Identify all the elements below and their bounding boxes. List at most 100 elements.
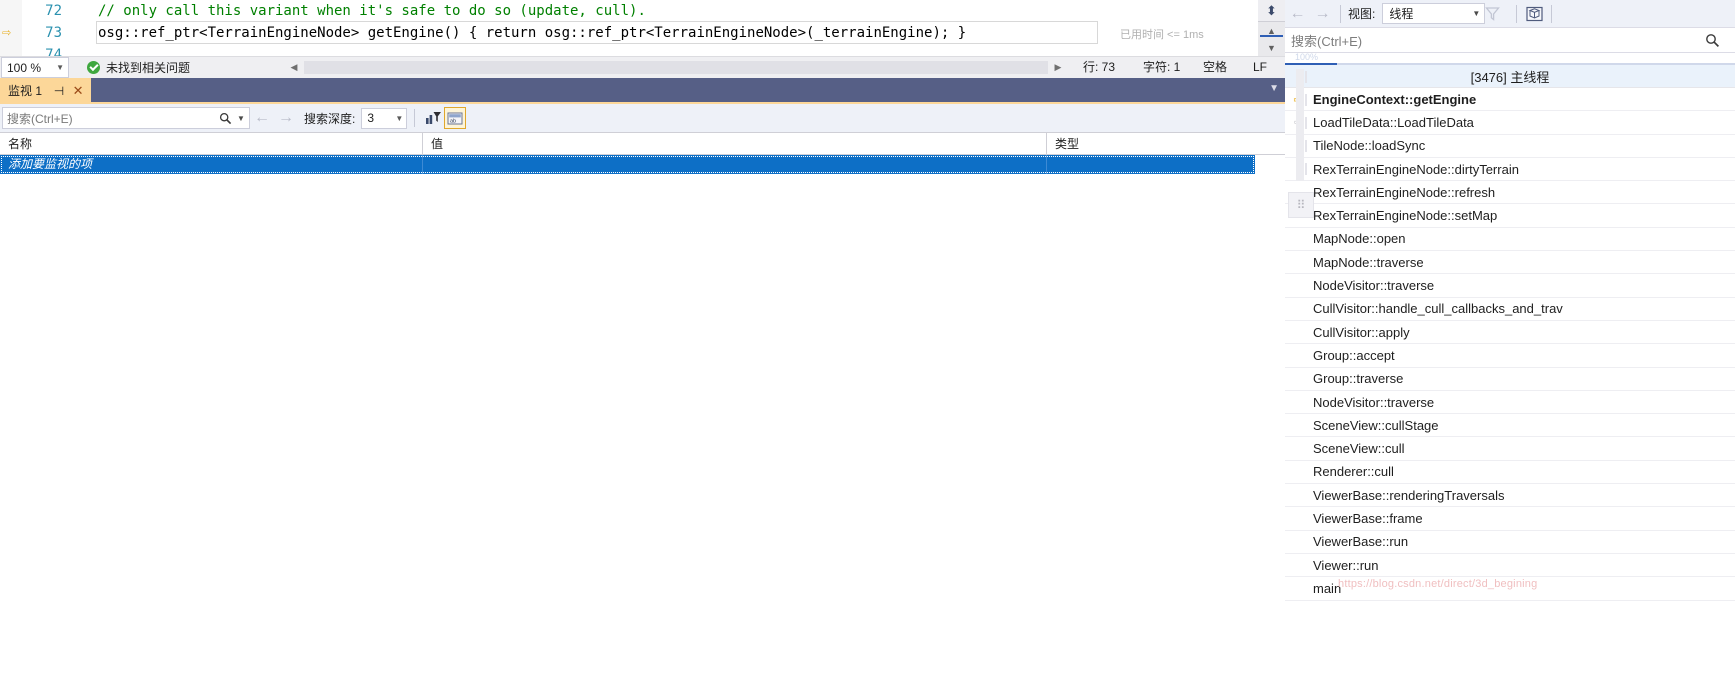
status-char-number: 字符: 1 (1143, 60, 1181, 74)
filter-funnel-icon[interactable] (1485, 6, 1511, 21)
search-options-chevron-down-icon[interactable]: ▼ (237, 114, 249, 123)
code-line-74[interactable]: 74 (0, 44, 1258, 56)
checkmark-circle-icon (87, 61, 100, 74)
visual-studio-debug-window: ⇨ 72 // only call this variant when it's… (0, 0, 1735, 675)
line-number-72: 72 (45, 3, 62, 19)
call-stack-frame-row[interactable]: MapNode::traverse (1285, 251, 1735, 275)
watch-search-placeholder: 搜索(Ctrl+E) (7, 111, 73, 126)
code-editor[interactable]: ⇨ 72 // only call this variant when it's… (0, 0, 1258, 56)
call-stack-frame-row[interactable]: CullVisitor::apply (1285, 321, 1735, 345)
scroll-up-button[interactable]: ▲ (1258, 23, 1285, 40)
call-stack-frame-row[interactable]: TileNode::loadSync (1285, 135, 1735, 158)
search-icon[interactable] (219, 112, 237, 125)
call-stack-frame-row[interactable]: Renderer::cull (1285, 461, 1735, 485)
call-stack-frame-row[interactable]: SceneView::cull (1285, 437, 1735, 461)
error-status-text: 未找到相关问题 (106, 61, 191, 75)
call-stack-panel: ← → 视图: 线程 ▼ 搜索(Ctrl+E) 100% [3476] 主线程 … (1285, 0, 1735, 675)
column-header-value[interactable]: 值 (423, 133, 1047, 154)
call-stack-frame-row[interactable]: CullVisitor::handle_cull_callbacks_and_t… (1285, 298, 1735, 321)
call-stack-frame-row[interactable]: NodeVisitor::traverse (1285, 274, 1735, 298)
call-stack-frame-label: LoadTileData::LoadTileData (1313, 114, 1474, 130)
watermark-text: https://blog.csdn.net/direct/3d_begining (1338, 578, 1538, 590)
show-external-code-icon[interactable] (1522, 4, 1546, 24)
scroll-left-arrow-icon[interactable]: ◀ (286, 62, 302, 73)
call-stack-frame-row[interactable]: ⇨ EngineContext::getEngine (1285, 88, 1735, 112)
call-stack-frame-row[interactable]: RexTerrainEngineNode::dirtyTerrain (1285, 158, 1735, 182)
zoom-level-value: 100 % (7, 60, 42, 75)
chevron-down-icon: ▼ (395, 113, 404, 123)
editor-split-view-button[interactable]: ⬍ (1258, 0, 1285, 22)
call-stack-frame-row[interactable]: ViewerBase::renderingTraversals (1285, 484, 1735, 508)
zoom-level-combobox[interactable]: 100 % ▼ (1, 57, 69, 78)
call-stack-frame-label: ViewerBase::frame (1313, 510, 1423, 526)
progress-percent-label: 100% (1295, 52, 1319, 62)
line-number-74: 74 (45, 47, 62, 56)
search-depth-combobox[interactable]: 3 ▼ (361, 107, 408, 129)
call-stack-frame-row[interactable]: ViewerBase::frame (1285, 507, 1735, 531)
scroll-right-arrow-icon[interactable]: ▶ (1050, 62, 1066, 73)
watch-grid-header: 名称 值 类型 (0, 133, 1285, 155)
callstack-nav-back-button[interactable]: ← (1285, 1, 1310, 26)
call-stack-search-box[interactable]: 搜索(Ctrl+E) (1285, 27, 1735, 53)
code-text-72: // only call this variant when it's safe… (98, 3, 646, 19)
status-indent-mode: 空格 (1203, 60, 1228, 74)
status-line-ending: LF (1253, 60, 1268, 74)
call-stack-frame-row[interactable]: NodeVisitor::traverse (1285, 391, 1735, 415)
watch-value-cell[interactable] (423, 155, 1047, 174)
watch-nav-back-button[interactable]: ← (250, 106, 274, 130)
close-icon[interactable]: ✕ (72, 83, 84, 99)
call-stack-frame-row[interactable]: SceneView::cullStage (1285, 414, 1735, 438)
call-stack-frame-label: RexTerrainEngineNode::refresh (1313, 184, 1496, 200)
call-stack-frame-label: NodeVisitor::traverse (1313, 278, 1435, 294)
call-stack-frame-label: Group::traverse (1313, 371, 1404, 387)
call-stack-frame-label: CullVisitor::apply (1313, 324, 1410, 340)
call-stack-frame-row[interactable]: MapNode::open (1285, 228, 1735, 252)
call-stack-frame-row[interactable]: ViewerBase::run (1285, 531, 1735, 554)
callstack-nav-forward-button[interactable]: → (1310, 1, 1335, 26)
scroll-down-button[interactable]: ▼ (1258, 40, 1285, 57)
watch-nav-forward-button[interactable]: → (274, 106, 298, 130)
editor-horizontal-scrollbar[interactable]: ◀ ▶ (286, 58, 1066, 77)
column-header-type[interactable]: 类型 (1047, 133, 1285, 154)
call-stack-frame-row[interactable]: ⇨ LoadTileData::LoadTileData (1285, 111, 1735, 135)
line-number-73: 73 (45, 25, 62, 41)
call-stack-frame-row[interactable]: RexTerrainEngineNode::refresh (1285, 181, 1735, 205)
watch-variables-grid[interactable]: 名称 值 类型 添加要监视的项 (0, 132, 1285, 675)
toolbar-separator (1551, 4, 1553, 23)
hscroll-track[interactable] (304, 61, 1048, 74)
code-line-73[interactable]: 73 osg::ref_ptr<TerrainEngineNode> getEn… (0, 22, 1258, 44)
call-stack-frame-label: NodeVisitor::traverse (1313, 394, 1435, 410)
watch-search-box[interactable]: 搜索(Ctrl+E) ▼ (2, 107, 250, 129)
search-depth-value: 3 (367, 111, 375, 125)
hex-display-toggle-button[interactable]: ab (444, 107, 467, 129)
column-header-name[interactable]: 名称 (0, 133, 423, 154)
code-line-72[interactable]: 72 // only call this variant when it's s… (0, 0, 1258, 22)
elapsed-time-annotation: 已用时间 <= 1ms (1120, 29, 1204, 41)
call-stack-frame-label: Viewer::run (1313, 557, 1379, 573)
watch-tab-strip: 监视 1 ⊣ ✕ ▼ (0, 78, 1285, 102)
search-icon[interactable] (1705, 33, 1735, 48)
thread-header-row[interactable]: [3476] 主线程 (1285, 65, 1735, 88)
status-line-number: 行: 73 (1083, 60, 1116, 74)
filter-columns-button[interactable] (422, 107, 444, 129)
watch-type-cell[interactable] (1047, 155, 1255, 174)
call-stack-frame-label: SceneView::cull (1313, 441, 1405, 457)
call-stack-frame-row[interactable]: Group::accept (1285, 344, 1735, 368)
call-stack-frame-label: Renderer::cull (1313, 464, 1394, 480)
call-stack-frame-row[interactable]: Group::traverse (1285, 368, 1735, 391)
table-row[interactable]: 添加要监视的项 (0, 155, 1255, 174)
pin-icon[interactable]: ⊣ (52, 84, 66, 98)
call-stack-frame-row[interactable]: Viewer::run (1285, 554, 1735, 578)
call-stack-frame-label: Group::accept (1313, 347, 1395, 363)
chevron-down-icon: ▼ (1472, 9, 1481, 18)
call-stack-frame-label: MapNode::open (1313, 231, 1406, 247)
tab-watch-1[interactable]: 监视 1 ⊣ ✕ (0, 78, 92, 102)
call-stack-frame-label: SceneView::cullStage (1313, 417, 1439, 433)
view-mode-combobox[interactable]: 线程 ▼ (1382, 3, 1486, 24)
call-stack-frame-label: ViewerBase::renderingTraversals (1313, 487, 1505, 503)
toolbar-separator (1340, 4, 1341, 23)
tab-overflow-chevron-icon[interactable]: ▼ (1269, 83, 1279, 94)
scroll-position-marker (1260, 35, 1283, 37)
call-stack-frame-row[interactable]: RexTerrainEngineNode::setMap (1285, 204, 1735, 228)
watch-add-item-cell[interactable]: 添加要监视的项 (0, 155, 423, 174)
